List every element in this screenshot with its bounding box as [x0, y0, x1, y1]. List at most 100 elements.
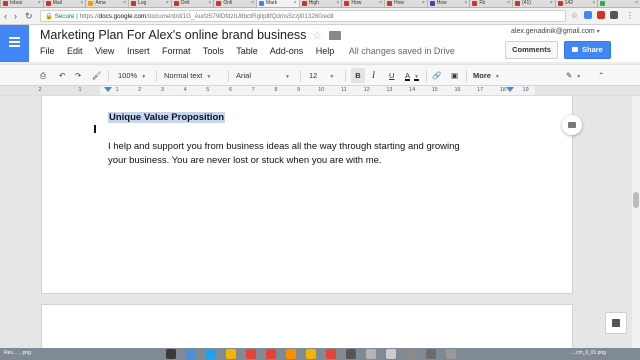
more-button[interactable]: More ▼ [473, 68, 500, 83]
dock-app-icon[interactable] [386, 349, 396, 359]
forward-icon[interactable]: › [14, 10, 17, 22]
undo-icon[interactable]: ↶ [59, 68, 65, 83]
close-tab-icon[interactable]: × [379, 0, 382, 7]
close-tab-icon[interactable]: × [635, 0, 638, 7]
browser-tab[interactable]: Inbox × [0, 0, 44, 8]
browser-tab[interactable]: Fb × [469, 0, 513, 8]
vertical-scrollbar[interactable] [632, 96, 640, 348]
browser-tab[interactable]: Log × [128, 0, 172, 8]
close-tab-icon[interactable]: × [550, 0, 553, 7]
add-comment-icon[interactable] [562, 115, 582, 135]
zoom-select[interactable]: 100% ▼ [118, 68, 146, 83]
menu-table[interactable]: Table [236, 46, 258, 56]
underline-button[interactable]: U [389, 68, 394, 83]
bookmark-star-icon[interactable]: ☆ [571, 10, 578, 22]
menu-tools[interactable]: Tools [203, 46, 224, 56]
insert-comment-icon[interactable]: ▣ [451, 68, 458, 83]
star-icon[interactable]: ☆ [312, 29, 322, 42]
dock-app-icon[interactable] [246, 349, 256, 359]
menu-edit[interactable]: Edit [67, 46, 83, 56]
style-select[interactable]: Normal text ▼ [164, 68, 211, 83]
close-tab-icon[interactable]: × [336, 0, 339, 7]
folder-icon[interactable] [329, 31, 341, 40]
document-heading[interactable]: Unique Value Proposition [108, 112, 226, 123]
dock-app-icon[interactable] [226, 349, 236, 359]
account-email[interactable]: alex.genadinik@gmail.com ▾ [511, 28, 600, 35]
dock-app-icon[interactable] [346, 349, 356, 359]
dock-app-icon[interactable] [446, 349, 456, 359]
address-bar[interactable]: 🔒 Secure | https://docs.google.com/docum… [40, 10, 566, 22]
close-tab-icon[interactable]: × [464, 0, 467, 7]
reload-icon[interactable]: ↻ [25, 10, 33, 22]
close-tab-icon[interactable]: × [251, 0, 254, 7]
share-button[interactable]: Share [564, 41, 611, 59]
browser-menu-icon[interactable]: ⋮ [626, 10, 634, 22]
explore-button[interactable] [605, 312, 627, 334]
redo-icon[interactable]: ↷ [75, 68, 81, 83]
document-title[interactable]: Marketing Plan For Alex's online brand b… [40, 28, 306, 42]
extension-icon[interactable] [597, 11, 605, 19]
print-icon[interactable]: ⎙ [40, 68, 46, 83]
menu-file[interactable]: File [40, 46, 55, 56]
close-tab-icon[interactable]: × [507, 0, 510, 7]
close-tab-icon[interactable]: × [166, 0, 169, 7]
close-tab-icon[interactable]: × [422, 0, 425, 7]
scrollbar-thumb[interactable] [633, 192, 639, 208]
dock-app-icon[interactable] [426, 349, 436, 359]
browser-tab[interactable]: × [597, 0, 640, 8]
back-icon[interactable]: ‹ [4, 10, 7, 22]
tab-label: Fb [479, 0, 486, 6]
document-page-2[interactable] [41, 304, 573, 348]
dock-app-icon[interactable] [206, 349, 216, 359]
extension-icon[interactable] [610, 11, 618, 19]
dock-app-icon[interactable] [326, 349, 336, 359]
dock-app-icon[interactable] [186, 349, 196, 359]
browser-tab[interactable]: Mail × [42, 0, 87, 8]
browser-tab[interactable]: How × [426, 0, 471, 8]
menu-format[interactable]: Format [162, 46, 191, 56]
browser-tab[interactable]: High × [298, 0, 343, 8]
font-select[interactable]: Arial ▼ [236, 68, 290, 83]
browser-tab[interactable]: Onli × [213, 0, 257, 8]
dock-app-icon[interactable] [366, 349, 376, 359]
bold-button[interactable]: B [351, 68, 365, 83]
font-size-select[interactable]: 12 ▼ [309, 68, 334, 83]
collapse-toolbar-icon[interactable]: ⌃ [598, 68, 604, 83]
comments-button[interactable]: Comments [505, 41, 558, 59]
dock-app-icon[interactable] [166, 349, 176, 359]
paint-format-icon[interactable]: 🖌 [92, 68, 102, 83]
browser-tab[interactable]: Ama × [85, 0, 129, 8]
italic-button[interactable]: I [372, 68, 375, 83]
text-color-button[interactable]: A ▼ [405, 68, 419, 83]
document-page[interactable]: Unique Value Proposition I help and supp… [41, 96, 573, 294]
dock-app-icon[interactable] [266, 349, 276, 359]
close-tab-icon[interactable]: × [294, 0, 297, 7]
browser-tab[interactable]: Onli × [170, 0, 215, 8]
close-tab-icon[interactable]: × [592, 0, 595, 7]
menu-view[interactable]: View [95, 46, 114, 56]
extension-icon[interactable] [584, 11, 592, 19]
docs-home-icon[interactable] [0, 25, 29, 62]
menu-addons[interactable]: Add-ons [270, 46, 304, 56]
left-indent-marker[interactable] [104, 87, 112, 92]
browser-tab[interactable]: 142 × [554, 0, 599, 8]
dock-file-label[interactable]: Res... ...png [4, 350, 31, 356]
right-indent-marker[interactable] [506, 87, 514, 92]
close-tab-icon[interactable]: × [123, 0, 126, 7]
dock-app-icon[interactable] [406, 349, 416, 359]
dock-file-label[interactable]: ...cm_ll_01.png [572, 350, 606, 356]
document-paragraph[interactable]: I help and support you from business ide… [108, 140, 528, 168]
menu-help[interactable]: Help [316, 46, 335, 56]
close-tab-icon[interactable]: × [208, 0, 211, 7]
browser-tab[interactable]: How × [341, 0, 385, 8]
dock-app-icon[interactable] [306, 349, 316, 359]
browser-tab[interactable]: (41) × [512, 0, 556, 8]
close-tab-icon[interactable]: × [38, 0, 41, 7]
browser-tab[interactable]: Mark × [256, 0, 300, 8]
menu-insert[interactable]: Insert [127, 46, 150, 56]
dock-app-icon[interactable] [286, 349, 296, 359]
browser-tab[interactable]: How × [384, 0, 428, 8]
editing-mode-icon[interactable]: ✎ ▼ [566, 68, 581, 83]
link-icon[interactable]: 🔗 [432, 68, 441, 83]
close-tab-icon[interactable]: × [80, 0, 83, 7]
